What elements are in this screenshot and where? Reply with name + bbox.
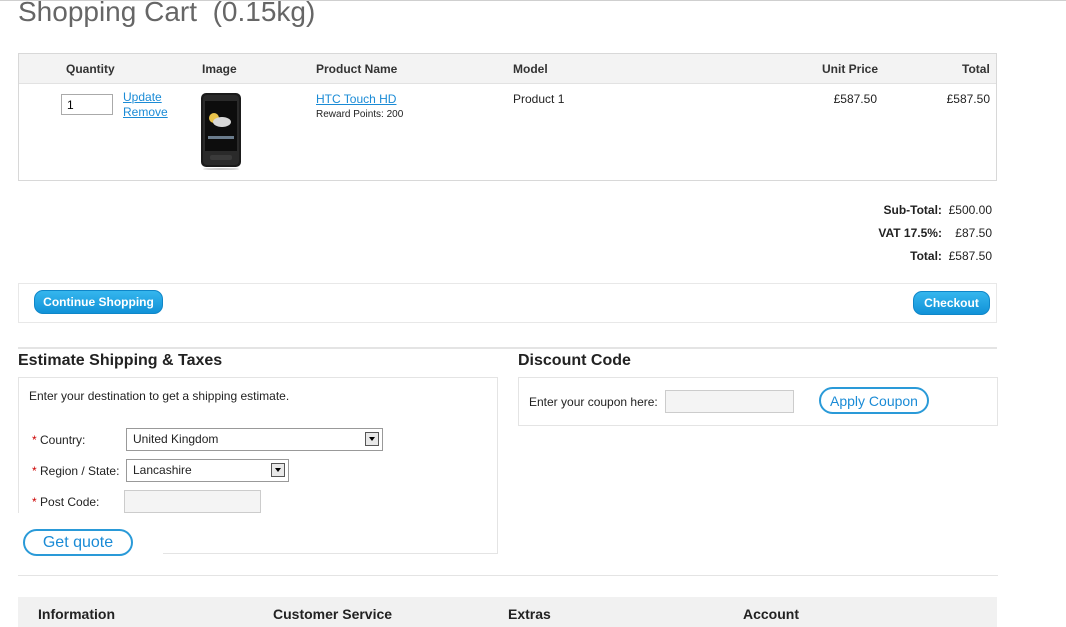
- total-cell: £587.50: [946, 92, 990, 106]
- cart-buttons-bar: [18, 283, 997, 323]
- shipping-intro: Enter your destination to get a shipping…: [29, 389, 290, 403]
- footer-heading-extras: Extras: [508, 606, 551, 622]
- discount-title: Discount Code: [518, 352, 631, 369]
- postcode-label: * Post Code:: [32, 495, 99, 509]
- footer-heading-customer-service: Customer Service: [273, 606, 393, 622]
- country-value: United Kingdom: [133, 432, 219, 446]
- col-quantity: Quantity: [66, 62, 115, 76]
- required-mark: *: [32, 464, 37, 478]
- remove-link[interactable]: Remove: [123, 105, 168, 119]
- vat-value: £87.50: [955, 226, 992, 240]
- col-unit-price: Unit Price: [822, 62, 879, 76]
- col-total: Total: [962, 62, 990, 76]
- chevron-down-icon[interactable]: [271, 463, 285, 477]
- region-select[interactable]: Lancashire: [126, 459, 289, 482]
- apply-coupon-button[interactable]: Apply Coupon: [819, 387, 929, 414]
- chevron-down-icon[interactable]: [365, 432, 379, 446]
- total-row: Total: £587.50: [878, 249, 992, 272]
- quantity-input[interactable]: [61, 94, 113, 115]
- subtotal-label: Sub-Total:: [883, 203, 942, 217]
- get-quote-button[interactable]: Get quote: [23, 529, 133, 556]
- country-label-text: Country:: [40, 433, 86, 447]
- required-mark: *: [32, 433, 37, 447]
- unit-price-cell: £587.50: [833, 92, 877, 106]
- continue-shopping-button[interactable]: Continue Shopping: [34, 290, 163, 314]
- divider: [18, 575, 998, 576]
- divider: [18, 347, 997, 349]
- col-model: Model: [513, 62, 548, 76]
- region-label-text: Region / State:: [40, 464, 120, 478]
- product-name-link[interactable]: HTC Touch HD: [316, 92, 396, 106]
- checkout-button[interactable]: Checkout: [913, 291, 990, 315]
- region-value: Lancashire: [133, 463, 192, 477]
- subtotal-value: £500.00: [948, 203, 992, 217]
- col-product-name: Product Name: [316, 62, 398, 76]
- page-title: Shopping Cart (0.15kg): [18, 0, 316, 27]
- vat-label: VAT 17.5%:: [878, 226, 942, 240]
- total-value: £587.50: [948, 249, 992, 263]
- subtotal-row: Sub-Total: £500.00: [878, 203, 993, 226]
- phone-icon[interactable]: [198, 92, 244, 170]
- total-label: Total:: [910, 249, 942, 263]
- footer-heading-information: Information: [38, 606, 115, 622]
- postcode-label-text: Post Code:: [40, 495, 100, 509]
- postcode-input[interactable]: [124, 490, 261, 513]
- reward-points: Reward Points: 200: [316, 109, 404, 120]
- footer-heading-account: Account: [743, 606, 799, 622]
- coupon-label: Enter your coupon here:: [529, 395, 658, 409]
- col-image: Image: [202, 62, 237, 76]
- totals-block: Sub-Total: £500.00 VAT 17.5%: £87.50 Tot…: [878, 203, 992, 272]
- country-label: * Country:: [32, 433, 85, 447]
- required-mark: *: [32, 495, 37, 509]
- vat-row: VAT 17.5%: £87.50: [878, 226, 992, 249]
- coupon-input[interactable]: [665, 390, 794, 413]
- country-select[interactable]: United Kingdom: [126, 428, 383, 451]
- model-cell: Product 1: [513, 92, 565, 106]
- shipping-title: Estimate Shipping & Taxes: [18, 352, 223, 369]
- update-link[interactable]: Update: [123, 90, 162, 104]
- region-label: * Region / State:: [32, 464, 119, 478]
